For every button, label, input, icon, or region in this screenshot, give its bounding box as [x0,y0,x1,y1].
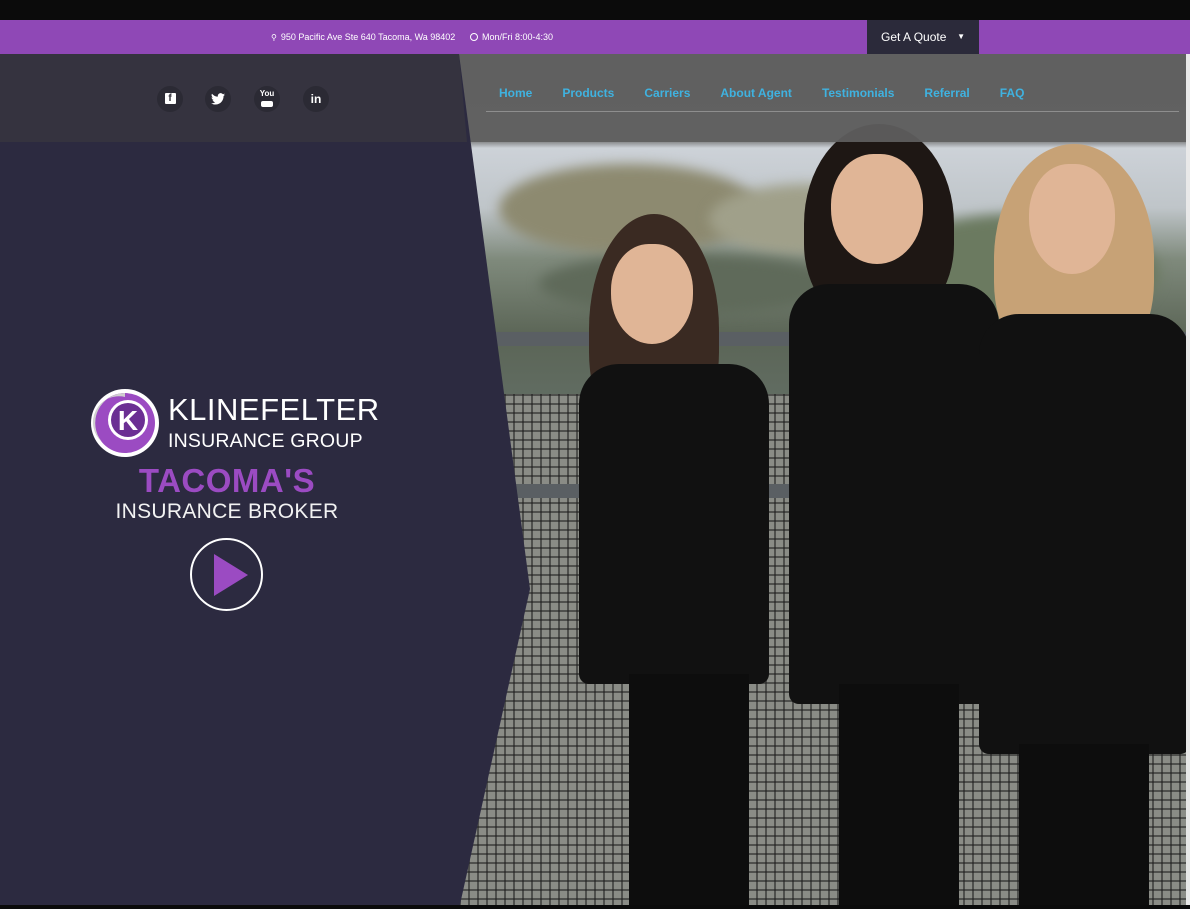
nav-faq[interactable]: FAQ [1000,86,1025,100]
nav-about-agent[interactable]: About Agent [720,86,792,100]
klinefelter-logo: K KLINEFELTER INSURANCE GROUP [88,386,379,466]
play-video-button[interactable] [190,538,263,611]
logo-letter: K [118,405,138,436]
brand-name-line2: INSURANCE GROUP [168,430,363,452]
twitter-bird-icon [211,93,225,105]
window-top-strip [0,0,1190,20]
nav-products[interactable]: Products [562,86,614,100]
get-a-quote-label: Get A Quote [881,30,947,44]
hours-text: Mon/Fri 8:00-4:30 [482,32,554,42]
nav-divider [486,111,1179,112]
facebook-icon[interactable]: f [157,86,183,112]
youtube-play-box [261,101,273,107]
twitter-icon[interactable] [205,86,231,112]
main-navigation: Home Products Carriers About Agent Testi… [459,54,1190,142]
caret-down-icon: ▼ [957,32,965,41]
get-a-quote-dropdown[interactable]: Get A Quote ▼ [867,20,979,54]
nav-referral[interactable]: Referral [924,86,969,100]
linkedin-glyph: in [310,92,322,106]
youtube-glyph: You [259,89,275,98]
location-pin-icon: ⚲ [271,33,277,42]
nav-testimonials[interactable]: Testimonials [822,86,894,100]
nav-carriers[interactable]: Carriers [644,86,690,100]
address-info: ⚲ 950 Pacific Ave Ste 640 Tacoma, Wa 9840… [271,20,455,54]
page-scrollbar[interactable] [1186,54,1190,909]
linkedin-icon[interactable]: in [303,86,329,112]
hours-info: Mon/Fri 8:00-4:30 [470,20,553,54]
info-bar: ⚲ 950 Pacific Ave Ste 640 Tacoma, Wa 9840… [0,20,1190,54]
social-bar [0,54,467,142]
tagline-primary: TACOMA'S [138,462,316,499]
brand-name-line1: KLINEFELTER [168,392,380,427]
hero-team-photo [459,54,1190,909]
play-icon [214,554,248,596]
clock-icon [470,32,478,41]
address-text: 950 Pacific Ave Ste 640 Tacoma, Wa 98402 [280,32,456,42]
youtube-icon[interactable]: You [254,86,280,112]
nav-home[interactable]: Home [499,86,532,100]
window-bottom-strip [0,905,1190,909]
klinefelter-k-logo-icon: K [91,389,159,457]
facebook-glyph: f [164,93,176,104]
tagline-secondary: INSURANCE BROKER [115,500,339,523]
